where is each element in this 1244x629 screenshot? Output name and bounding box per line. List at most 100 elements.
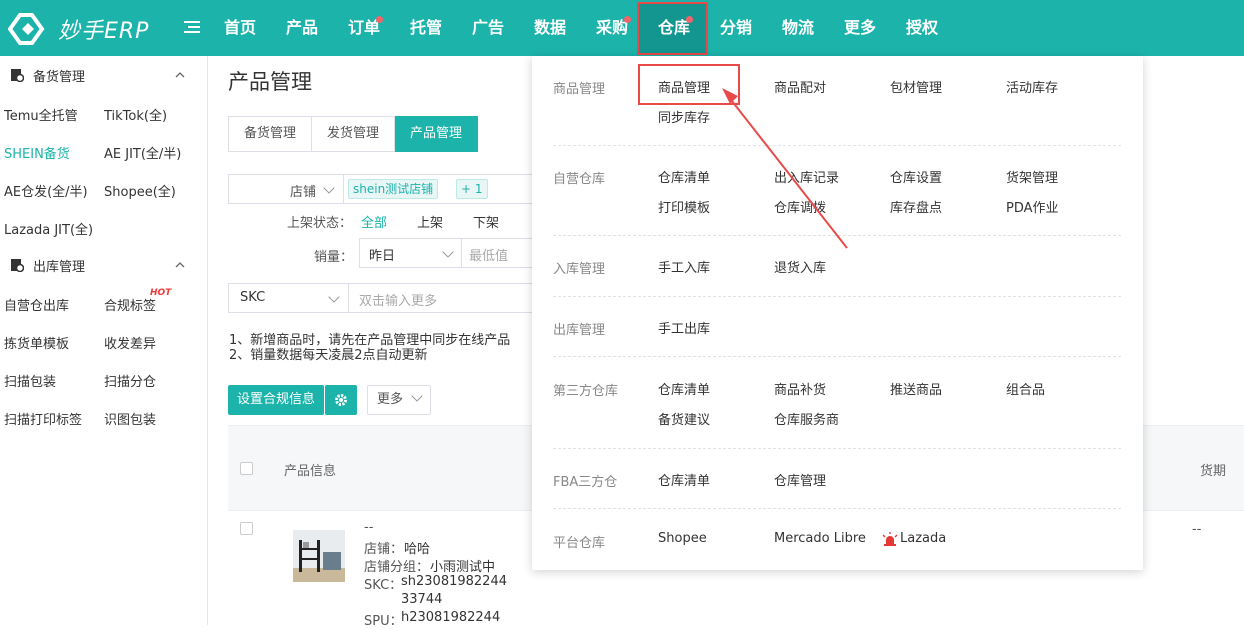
menu-item-shelf-management[interactable]: 货架管理	[1006, 167, 1058, 186]
sidebar-link-scan-pack[interactable]: 扫描包装	[4, 371, 56, 390]
header-product-info: 产品信息	[284, 464, 337, 479]
status-all[interactable]: 全部	[361, 212, 387, 231]
sidebar-link-image-pack[interactable]: 识图包装	[104, 409, 156, 428]
shop-tag[interactable]: shein测试店铺	[348, 179, 439, 199]
menu-divider	[553, 296, 1121, 297]
select-all-checkbox[interactable]	[240, 462, 253, 475]
sidebar-section-title: 出库管理	[33, 259, 86, 275]
sidebar-link-shein[interactable]: SHEIN备货	[4, 143, 70, 162]
nav-hosting[interactable]: 托管	[408, 0, 444, 56]
status-delisted[interactable]: 下架	[473, 212, 499, 231]
menu-item-service-provider[interactable]: 仓库服务商	[774, 409, 839, 428]
search-type-select[interactable]: SKC	[228, 283, 349, 313]
menu-item-stocktake[interactable]: 库存盘点	[890, 197, 942, 216]
product-thumbnail[interactable]	[293, 530, 345, 582]
nav-more[interactable]: 更多	[842, 0, 878, 56]
menu-item-combo[interactable]: 组合品	[1006, 379, 1045, 398]
row-checkbox[interactable]	[240, 522, 253, 535]
nav-data[interactable]: 数据	[532, 0, 568, 56]
chevron-down-icon	[411, 390, 423, 402]
menu-item-shopee[interactable]: Shopee	[658, 531, 707, 546]
notification-dot	[624, 16, 631, 23]
nav-authorize[interactable]: 授权	[904, 0, 940, 56]
menu-toggle-icon[interactable]	[183, 18, 201, 36]
search-placeholder: 双击输入更多	[359, 294, 438, 309]
chevron-down-icon	[328, 291, 340, 303]
sales-min-placeholder: 最低值	[469, 249, 509, 264]
row-skc-label: SKC：	[364, 578, 403, 593]
chevron-up-icon[interactable]	[174, 259, 186, 271]
search-input[interactable]: 双击输入更多	[348, 283, 533, 313]
sidebar-link-receive-diff[interactable]: 收发差异	[104, 333, 156, 352]
shop-tag-box[interactable]: shein测试店铺 + 1	[343, 174, 533, 204]
status-label: 上架状态：	[287, 216, 353, 231]
sidebar-link-self-outbound[interactable]: 自营仓出库	[4, 295, 69, 314]
menu-item-packaging[interactable]: 包材管理	[890, 77, 942, 96]
nav-warehouse[interactable]: 仓库	[656, 0, 692, 56]
notes: 1、新增商品时，请先在产品管理中同步在线产品 2、销量数据每天凌晨2点自动更新	[229, 333, 510, 363]
chevron-up-icon[interactable]	[174, 69, 186, 81]
menu-item-3p-warehouse-list[interactable]: 仓库清单	[658, 379, 710, 398]
menu-item-manual-outbound[interactable]: 手工出库	[658, 318, 710, 337]
menu-item-replenish[interactable]: 商品补货	[774, 379, 826, 398]
sidebar-link-ae-jit[interactable]: AE JIT(全/半)	[104, 143, 181, 162]
menu-item-fba-warehouse-list[interactable]: 仓库清单	[658, 470, 710, 489]
menu-item-pda[interactable]: PDA作业	[1006, 197, 1059, 216]
status-listed[interactable]: 上架	[417, 212, 443, 231]
sidebar-link-compliance-label[interactable]: 合规标签	[104, 295, 156, 314]
hot-badge: HOT	[150, 288, 172, 298]
nav-purchase[interactable]: 采购	[594, 0, 630, 56]
row-shop-value: 哈哈	[404, 542, 431, 557]
group-fba: FBA三方仓	[553, 475, 618, 490]
sidebar-link-tiktok[interactable]: TikTok(全)	[104, 105, 167, 124]
group-third-party: 第三方仓库	[553, 384, 619, 399]
menu-item-lazada[interactable]: Lazada	[900, 531, 946, 546]
menu-item-fba-warehouse-management[interactable]: 仓库管理	[774, 470, 826, 489]
nav-home[interactable]: 首页	[222, 0, 258, 56]
shop-label: 店铺	[290, 185, 317, 200]
nav-products[interactable]: 产品	[284, 0, 320, 56]
menu-divider	[553, 508, 1121, 509]
sidebar-section-outbound[interactable]: 出库管理	[0, 247, 208, 283]
set-compliance-button[interactable]: 设置合规信息	[228, 385, 324, 415]
nav-ads[interactable]: 广告	[470, 0, 506, 56]
header-payment-term: 货期	[1200, 464, 1227, 479]
sidebar-link-scan-sort[interactable]: 扫描分仓	[104, 371, 156, 390]
notification-dot	[376, 16, 383, 23]
row-skc-value[interactable]: sh23081982244	[401, 574, 507, 589]
row-group-value: 小雨测试中	[430, 560, 496, 575]
shop-more-tag[interactable]: + 1	[456, 179, 488, 199]
more-button[interactable]: 更多	[367, 385, 432, 415]
shop-select[interactable]: 店铺	[228, 174, 344, 204]
group-outbound: 出库管理	[553, 323, 606, 338]
sidebar-section-stock[interactable]: 备货管理	[0, 57, 208, 93]
sidebar-link-scan-print-label[interactable]: 扫描打印标签	[4, 409, 82, 428]
menu-item-warehouse-settings[interactable]: 仓库设置	[890, 167, 942, 186]
menu-item-activity-stock[interactable]: 活动库存	[1006, 77, 1058, 96]
tab-stock-management[interactable]: 备货管理	[228, 116, 313, 152]
sidebar-link-lazada[interactable]: Lazada JIT(全)	[4, 219, 93, 238]
logo-icon	[8, 13, 45, 45]
tab-shipping-management[interactable]: 发货管理	[312, 116, 396, 152]
sidebar: 备货管理 Temu全托管 TikTok(全) SHEIN备货 AE JIT(全/…	[0, 56, 208, 625]
tab-product-management[interactable]: 产品管理	[395, 116, 479, 152]
logo-text: 妙手ERP	[58, 19, 150, 44]
menu-item-stock-advice[interactable]: 备货建议	[658, 409, 710, 428]
sales-period-select[interactable]: 昨日	[359, 238, 462, 268]
sidebar-link-shopee[interactable]: Shopee(全)	[104, 181, 176, 200]
nav-orders[interactable]: 订单	[346, 0, 382, 56]
nav-distribution[interactable]: 分销	[718, 0, 754, 56]
row-spu-value[interactable]: h23081982244	[401, 610, 500, 625]
app-logo[interactable]: 妙手ERP	[8, 12, 149, 46]
settings-button[interactable]	[325, 385, 357, 415]
stock-gear-icon	[11, 69, 24, 82]
sidebar-link-ae-warehouse[interactable]: AE仓发(全/半)	[4, 181, 88, 200]
annotation-arrow-icon	[722, 88, 848, 249]
menu-item-mercado-libre[interactable]: Mercado Libre	[774, 531, 866, 546]
nav-logistics[interactable]: 物流	[780, 0, 816, 56]
menu-item-push-product[interactable]: 推送商品	[890, 379, 942, 398]
sales-min-input[interactable]: 最低值	[461, 238, 533, 268]
sidebar-link-picking-template[interactable]: 拣货单模板	[4, 333, 69, 352]
row-group-label: 店铺分组：	[364, 560, 430, 575]
sidebar-link-temu[interactable]: Temu全托管	[4, 105, 78, 124]
